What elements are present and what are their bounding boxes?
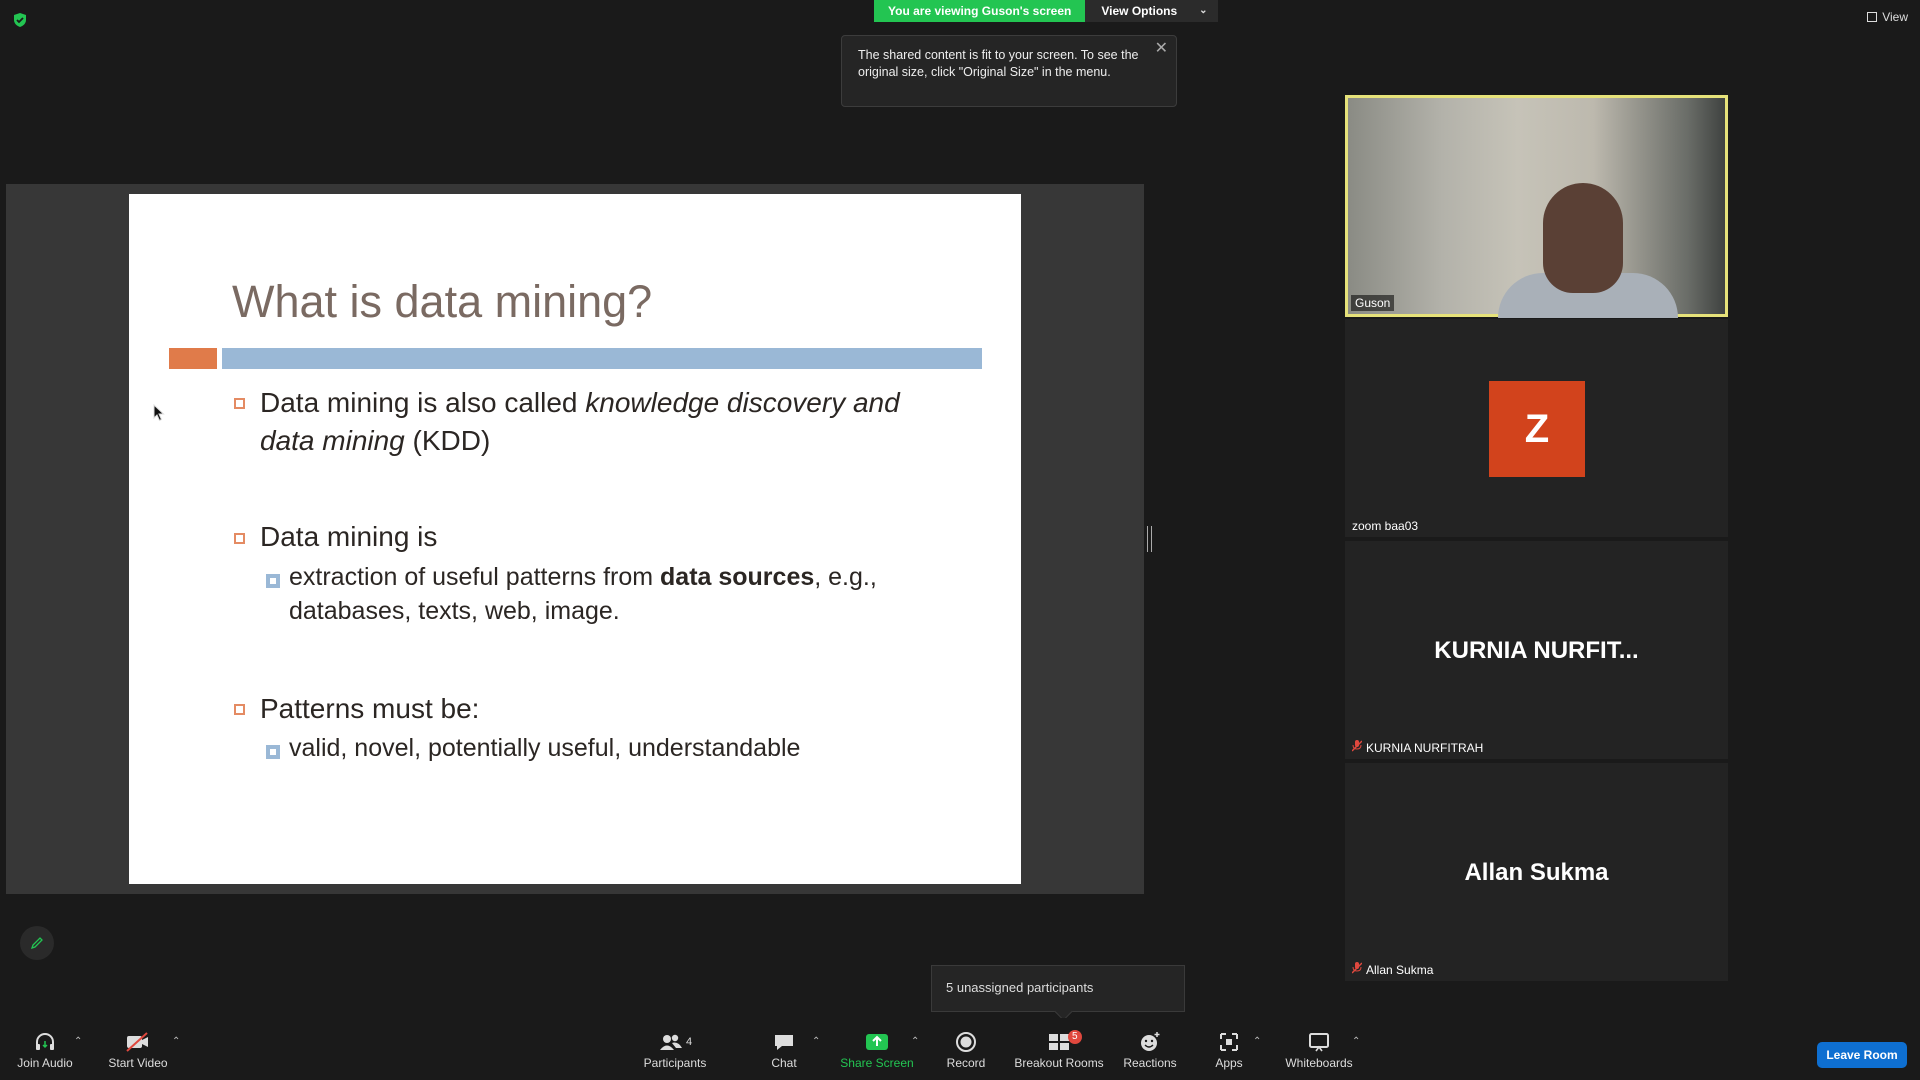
- whiteboard-icon: [1282, 1030, 1356, 1054]
- presentation-slide: What is data mining? Data mining is also…: [129, 194, 1021, 884]
- grid-view-icon: [1867, 12, 1878, 22]
- bullet-1-part-a: Data mining is also called: [260, 387, 586, 418]
- view-button[interactable]: View: [1867, 10, 1908, 24]
- video-off-icon: [104, 1030, 172, 1054]
- breakout-rooms-icon: 5: [1012, 1030, 1106, 1054]
- whiteboards-label: Whiteboards: [1285, 1056, 1353, 1070]
- video-options-caret-icon[interactable]: ⌃: [172, 1036, 180, 1047]
- unassigned-participants-text: 5 unassigned participants: [946, 980, 1094, 995]
- bullet-3-text: Patterns must be:: [260, 693, 480, 724]
- sub-bullet-icon: [266, 745, 280, 759]
- bullet-square-icon: [234, 704, 245, 715]
- leave-room-button[interactable]: Leave Room: [1817, 1042, 1907, 1068]
- bullet-2-text: Data mining is: [260, 521, 438, 552]
- apps-button[interactable]: Apps: [1210, 1030, 1248, 1070]
- bullet-2-sub-part-a: extraction of useful patterns from: [289, 563, 661, 591]
- participants-label: Participants: [643, 1056, 707, 1070]
- participant-name-label: zoom baa03: [1352, 519, 1419, 533]
- share-banner: You are viewing Guson's screen View Opti…: [874, 0, 1218, 22]
- bullet-2-sub-text: extraction of useful patterns from data …: [289, 560, 959, 628]
- slide-title-bar: [222, 348, 982, 369]
- reactions-label: Reactions: [1123, 1056, 1177, 1070]
- slide-accent-bar: [169, 348, 217, 369]
- audio-options-caret-icon[interactable]: ⌃: [74, 1036, 82, 1047]
- breakout-rooms-button[interactable]: 5 Breakout Rooms: [1012, 1030, 1106, 1070]
- participant-name-row: KURNIA NURFITRAH: [1348, 739, 1487, 756]
- bullet-3-sub-text: valid, novel, potentially useful, unders…: [289, 734, 801, 762]
- join-audio-label: Join Audio: [17, 1056, 73, 1070]
- video-tile-allan[interactable]: Allan Sukma Allan Sukma: [1345, 763, 1728, 981]
- chat-button[interactable]: Chat: [763, 1030, 805, 1070]
- close-icon[interactable]: ✕: [1155, 40, 1168, 57]
- whiteboards-button[interactable]: Whiteboards: [1282, 1030, 1356, 1070]
- mic-muted-icon: [1351, 962, 1363, 974]
- participants-count: 4: [685, 1036, 693, 1048]
- apps-options-caret-icon[interactable]: ⌃: [1253, 1036, 1261, 1047]
- participant-name-label: Guson: [1351, 295, 1395, 311]
- view-options-button[interactable]: View Options ⌄: [1085, 0, 1218, 22]
- participant-name-row: Allan Sukma: [1348, 961, 1437, 978]
- apps-icon: [1210, 1030, 1248, 1054]
- participant-name-label: KURNIA NURFITRAH: [1366, 741, 1484, 755]
- viewing-screen-label: You are viewing Guson's screen: [874, 0, 1086, 22]
- slide-title: What is data mining?: [232, 276, 653, 327]
- annotate-button[interactable]: [20, 926, 54, 960]
- participants-icon: 4: [640, 1030, 710, 1054]
- chevron-down-icon: ⌄: [1199, 5, 1208, 16]
- apps-label: Apps: [1215, 1056, 1243, 1070]
- start-video-label: Start Video: [108, 1056, 168, 1070]
- sub-bullet-icon: [266, 574, 280, 588]
- record-icon: [940, 1030, 992, 1054]
- fit-screen-tooltip: The shared content is fit to your screen…: [841, 35, 1177, 107]
- share-screen-button[interactable]: Share Screen: [838, 1030, 916, 1070]
- participant-video-face: [1543, 183, 1623, 293]
- reactions-button[interactable]: Reactions: [1122, 1030, 1178, 1070]
- chat-label: Chat: [771, 1056, 797, 1070]
- whiteboard-options-caret-icon[interactable]: ⌃: [1352, 1036, 1360, 1047]
- share-options-caret-icon[interactable]: ⌃: [911, 1036, 919, 1047]
- bullet-2-sub-bold: data sources: [660, 563, 815, 591]
- avatar: Z: [1489, 381, 1585, 477]
- start-video-button[interactable]: Start Video: [104, 1030, 172, 1070]
- share-screen-icon: [838, 1030, 916, 1054]
- video-tile-guson[interactable]: Guson: [1345, 95, 1728, 318]
- participants-button[interactable]: 4 Participants: [640, 1030, 710, 1070]
- video-tile-kurnia[interactable]: KURNIA NURFIT... KURNIA NURFITRAH: [1345, 541, 1728, 759]
- bullet-1-part-b: (KDD): [404, 425, 491, 456]
- bullet-1-text: Data mining is also called knowledge dis…: [260, 384, 960, 460]
- mouse-cursor-icon: [153, 403, 165, 427]
- breakout-rooms-label: Breakout Rooms: [1014, 1056, 1104, 1070]
- participant-display-name: Allan Sukma: [1464, 859, 1609, 886]
- breakout-badge: 5: [1068, 1030, 1082, 1044]
- security-shield-icon[interactable]: [12, 12, 28, 28]
- headphones-icon: [12, 1030, 78, 1054]
- share-screen-label: Share Screen: [840, 1056, 914, 1070]
- bullet-square-icon: [234, 533, 245, 544]
- chat-icon: [763, 1030, 805, 1054]
- panel-resize-handle[interactable]: [1147, 526, 1152, 552]
- chat-options-caret-icon[interactable]: ⌃: [812, 1036, 820, 1047]
- mic-muted-icon: [1351, 740, 1363, 752]
- record-label: Record: [946, 1056, 986, 1070]
- view-options-label: View Options: [1101, 4, 1178, 18]
- tooltip-text: The shared content is fit to your screen…: [858, 48, 1139, 79]
- participant-display-name: KURNIA NURFIT...: [1434, 637, 1639, 664]
- pencil-icon: [30, 937, 43, 950]
- unassigned-participants-popup[interactable]: 5 unassigned participants: [931, 965, 1185, 1012]
- record-button[interactable]: Record: [940, 1030, 992, 1070]
- view-label: View: [1882, 10, 1908, 24]
- video-tile-zoom-baa03[interactable]: Z zoom baa03: [1345, 319, 1728, 537]
- smile-icon: [1122, 1030, 1178, 1054]
- join-audio-button[interactable]: Join Audio: [12, 1030, 78, 1070]
- bullet-square-icon: [234, 398, 245, 409]
- participant-name-label: Allan Sukma: [1366, 963, 1434, 977]
